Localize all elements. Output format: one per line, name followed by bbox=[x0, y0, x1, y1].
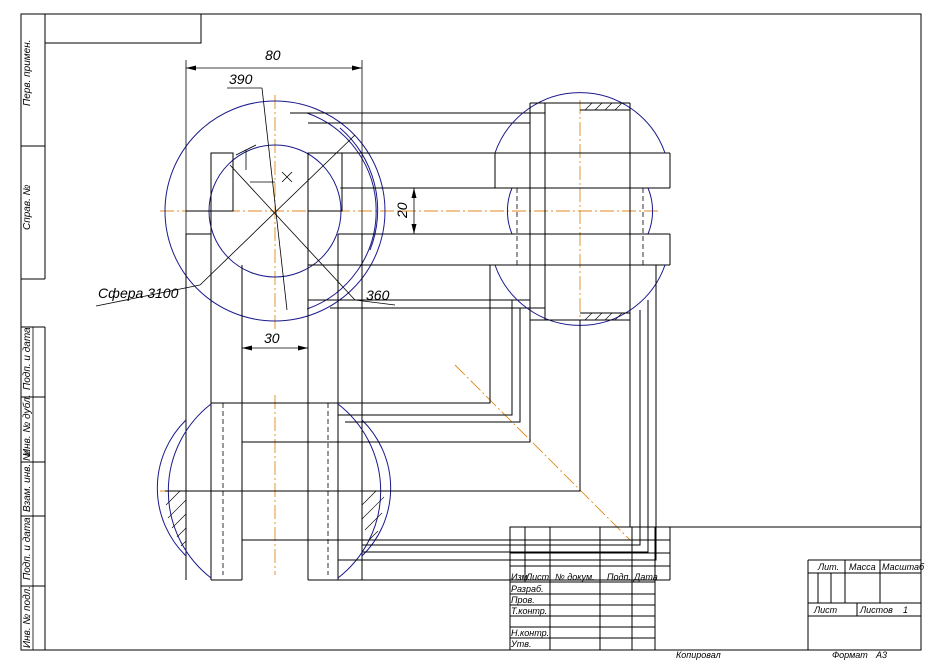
dimensions: 80 390 20 30 360 Сфера 3100 bbox=[95, 47, 420, 352]
horizontal-bars bbox=[186, 112, 670, 309]
tb-doc-no: № докум. bbox=[555, 572, 595, 582]
tb-listov-count: 1 bbox=[903, 605, 908, 615]
tb-kopiroval: Копировал bbox=[676, 650, 721, 660]
side-label-vzam-inv: Взам. инв. № bbox=[22, 450, 33, 512]
front-view-posts bbox=[185, 233, 363, 581]
drawing-sheet: Перв. примен. Справ. № Подп. и дата Инв.… bbox=[20, 13, 925, 660]
sheet-frame bbox=[20, 13, 922, 651]
title-block: Изм. Лист № докум. Подп. Дата Разраб. Пр… bbox=[509, 526, 925, 660]
hatch-bottom bbox=[580, 312, 630, 321]
dim-30: 30 bbox=[264, 330, 280, 346]
tb-t-kontr: Т.контр. bbox=[511, 606, 547, 616]
tb-data: Дата bbox=[633, 572, 658, 582]
dim-20: 20 bbox=[394, 202, 410, 219]
tb-list-right: Лист bbox=[813, 605, 838, 615]
dim-sphere: Сфера 3100 bbox=[98, 285, 179, 301]
dim-390: 390 bbox=[229, 71, 253, 87]
nested-frames bbox=[211, 265, 670, 581]
tb-massa: Масса bbox=[849, 562, 876, 572]
tb-lit: Лит. bbox=[817, 562, 839, 572]
side-label-inv-podl: Инв. № подл. bbox=[22, 586, 33, 648]
hatch-top bbox=[580, 102, 630, 111]
bottom-sphere-section bbox=[156, 403, 392, 579]
tb-prov: Пров. bbox=[511, 595, 535, 605]
side-label-sprav-no: Справ. № bbox=[22, 184, 33, 230]
side-label-perv-primen: Перв. примен. bbox=[22, 40, 33, 106]
side-label-podp-data-bottom: Подп. и дата bbox=[22, 517, 33, 580]
dim-80: 80 bbox=[265, 47, 281, 63]
tb-razrab: Разраб. bbox=[511, 584, 544, 594]
side-label-inv-dubl: Инв. № дубл. bbox=[21, 395, 33, 457]
dim-360: 360 bbox=[366, 287, 390, 303]
tb-podp: Подп. bbox=[607, 572, 631, 582]
side-label-podp-data-top: Подп. и дата bbox=[22, 327, 33, 390]
tb-utv: Утв. bbox=[510, 639, 531, 649]
side-view-sphere bbox=[494, 92, 671, 326]
tb-format: Формат bbox=[832, 650, 868, 660]
tb-listov: Листов bbox=[859, 605, 893, 615]
tb-format-value: А3 bbox=[875, 650, 887, 660]
tb-list: Лист bbox=[525, 572, 550, 582]
tb-masshtab: Масштаб bbox=[882, 562, 925, 572]
side-strip-labels: Перв. примен. Справ. № Подп. и дата Инв.… bbox=[21, 40, 33, 648]
center-lines bbox=[160, 95, 660, 575]
tb-n-kontr: Н.контр. bbox=[511, 628, 549, 638]
